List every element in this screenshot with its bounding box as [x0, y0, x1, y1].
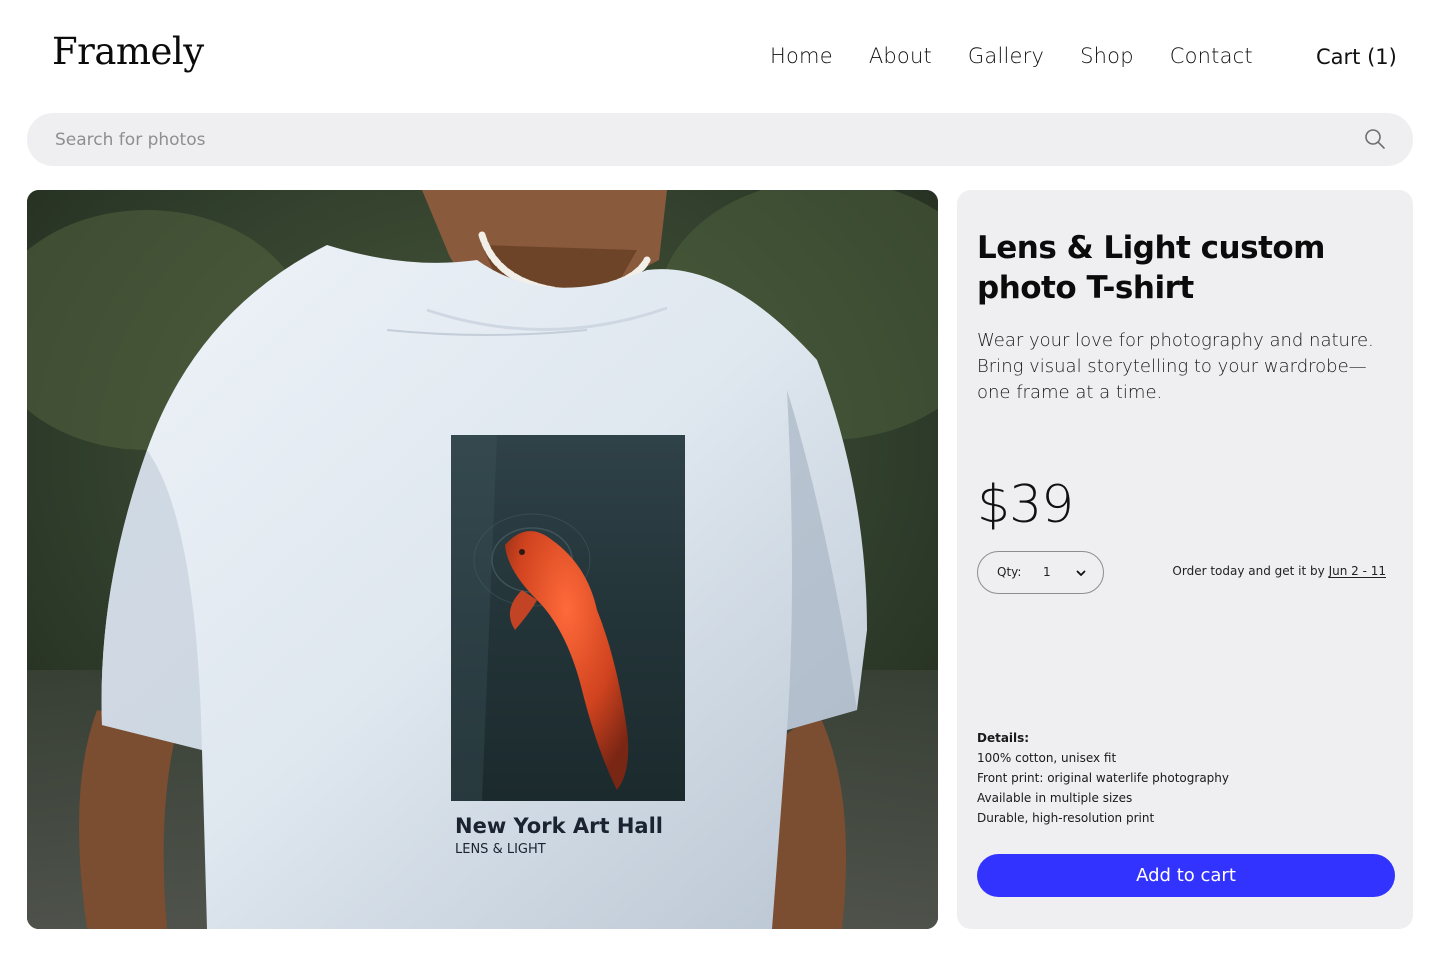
print-subtitle: LENS & LIGHT [455, 842, 546, 857]
product-description: Wear your love for photography and natur… [977, 330, 1374, 403]
details-item: Durable, high-resolution print [977, 811, 1155, 825]
search-icon[interactable] [1364, 128, 1386, 150]
product-title: Lens & Light custom photo T-shirt [977, 230, 1325, 306]
print-title: New York Art Hall [455, 814, 663, 838]
quantity-select[interactable]: Qty: 1 [977, 551, 1104, 594]
details-item: 100% cotton, unisex fit [977, 751, 1117, 765]
product-details: Details: 100% cotton, unisex fit Front p… [977, 728, 1229, 828]
product-image: New York Art Hall LENS & LIGHT [27, 190, 938, 929]
nav-about[interactable]: About [869, 44, 932, 68]
product-panel: Lens & Light custom photo T-shirt Wear y… [957, 190, 1413, 929]
nav-gallery[interactable]: Gallery [968, 44, 1044, 68]
nav-home[interactable]: Home [770, 44, 833, 68]
search-input[interactable] [55, 113, 1335, 166]
chevron-down-icon [1076, 570, 1086, 576]
product-price: $39 [977, 475, 1074, 535]
details-heading: Details: [977, 731, 1030, 745]
shipping-estimate: Order today and get it by Jun 2 - 11 [1172, 564, 1386, 578]
add-to-cart-button[interactable]: Add to cart [977, 854, 1395, 897]
details-item: Front print: original waterlife photogra… [977, 771, 1230, 785]
shipping-prefix: Order today and get it by [1172, 564, 1329, 578]
details-item: Available in multiple sizes [977, 791, 1133, 805]
main-nav: Home About Gallery Shop Contact [770, 44, 1253, 68]
shipping-date[interactable]: Jun 2 - 11 [1329, 564, 1386, 578]
cart-link[interactable]: Cart (1) [1316, 45, 1397, 69]
site-header: Framely Home About Gallery Shop Contact … [0, 0, 1440, 113]
qty-value: 1 [1043, 565, 1051, 579]
search-bar [27, 113, 1413, 166]
qty-label: Qty: [997, 565, 1022, 579]
logo[interactable]: Framely [52, 30, 204, 73]
nav-contact[interactable]: Contact [1170, 44, 1253, 68]
nav-shop[interactable]: Shop [1080, 44, 1134, 68]
